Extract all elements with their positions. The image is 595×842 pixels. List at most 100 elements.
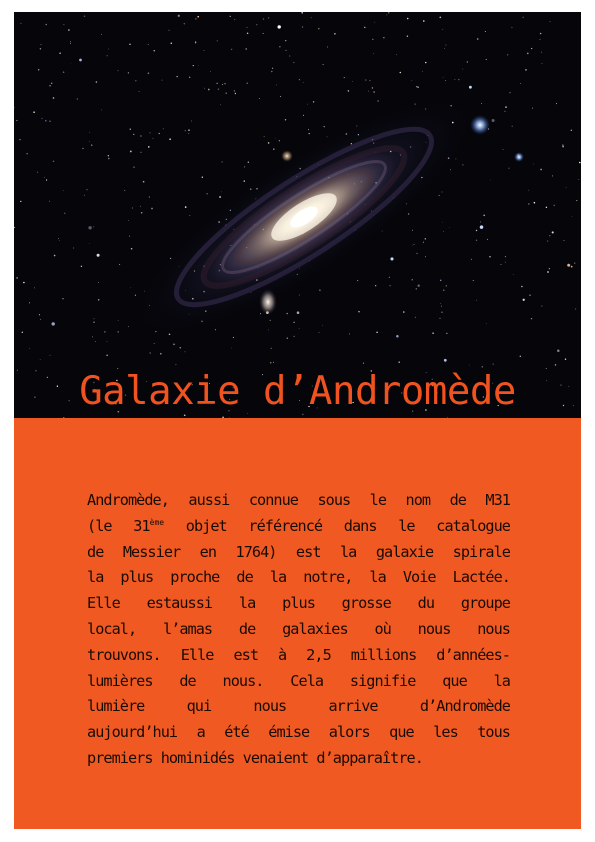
star [541, 63, 543, 65]
body-line-part: (le 31 [87, 516, 151, 535]
star [151, 207, 153, 210]
text-panel: Andromède, aussi connue sous le nom de M… [14, 418, 581, 829]
star [204, 87, 206, 89]
body-paragraph: Andromède, aussi connue sous le nom de M… [87, 488, 511, 772]
star [425, 256, 426, 258]
star [416, 252, 418, 255]
star [153, 50, 155, 52]
star [421, 70, 424, 72]
star [323, 126, 325, 128]
star [548, 268, 551, 270]
star [411, 79, 413, 81]
star [52, 160, 55, 163]
star [49, 354, 51, 356]
star [70, 41, 71, 43]
star [522, 16, 524, 18]
star [319, 289, 321, 292]
star [194, 41, 197, 43]
star [575, 308, 577, 310]
star [106, 55, 108, 57]
body-line: Elle estaussi la plus grosse du groupe [87, 594, 511, 613]
star [444, 47, 445, 49]
star [398, 361, 401, 364]
star [16, 277, 18, 279]
star [298, 79, 300, 81]
star [293, 321, 295, 324]
star [529, 294, 531, 296]
star [133, 166, 135, 168]
star [45, 119, 47, 122]
star [570, 129, 572, 131]
star [462, 68, 464, 70]
star [34, 287, 35, 289]
star [219, 104, 221, 106]
star [458, 79, 460, 81]
star [298, 294, 300, 296]
star [269, 361, 272, 364]
star [334, 33, 336, 35]
star [104, 331, 106, 333]
star [416, 86, 418, 88]
star [551, 175, 553, 177]
star [117, 70, 119, 72]
star [441, 191, 443, 193]
star [443, 358, 447, 362]
star [485, 58, 487, 60]
star [485, 323, 487, 325]
star [376, 331, 378, 334]
star [406, 17, 409, 20]
star [230, 48, 233, 51]
star [481, 366, 483, 368]
star [233, 90, 236, 92]
star [440, 303, 442, 305]
star [38, 69, 40, 71]
star [93, 226, 95, 228]
star [302, 114, 305, 116]
star [175, 364, 177, 366]
star [554, 364, 557, 366]
star [89, 131, 91, 133]
star [374, 21, 376, 23]
star [522, 298, 525, 301]
star [148, 146, 150, 148]
star [286, 312, 288, 315]
body-line: premiers hominidés venaient d’apparaître… [87, 748, 424, 767]
star [371, 87, 374, 89]
star [445, 44, 447, 46]
star [39, 47, 42, 50]
galaxy-illustration [14, 12, 581, 418]
star [220, 191, 222, 193]
star [129, 235, 131, 237]
star [389, 285, 391, 287]
page-title: Galaxie d’Andromède [79, 369, 516, 414]
body-line: local, l’amas de galaxies où nous nous [87, 619, 511, 638]
star [358, 310, 360, 313]
body-line: aujourd’hui a été émise alors que les to… [87, 723, 511, 742]
star [98, 282, 100, 283]
star [14, 226, 16, 229]
star [83, 15, 86, 17]
body-line: de Messier en 1764) est la galaxie spira… [87, 542, 511, 561]
star [140, 151, 142, 153]
star [267, 17, 270, 19]
star [413, 243, 415, 245]
star [29, 348, 31, 349]
star [89, 140, 90, 142]
star [298, 328, 300, 329]
star [512, 274, 514, 275]
star [101, 109, 102, 111]
star [372, 38, 374, 40]
star [262, 32, 264, 34]
star [183, 414, 186, 417]
star [222, 84, 224, 86]
star [153, 343, 155, 344]
star [373, 91, 375, 93]
star [246, 82, 248, 84]
star [170, 42, 173, 45]
star [286, 337, 288, 339]
star [562, 144, 564, 146]
star [511, 26, 513, 29]
star [267, 142, 270, 144]
star [37, 171, 39, 173]
star [51, 322, 55, 326]
